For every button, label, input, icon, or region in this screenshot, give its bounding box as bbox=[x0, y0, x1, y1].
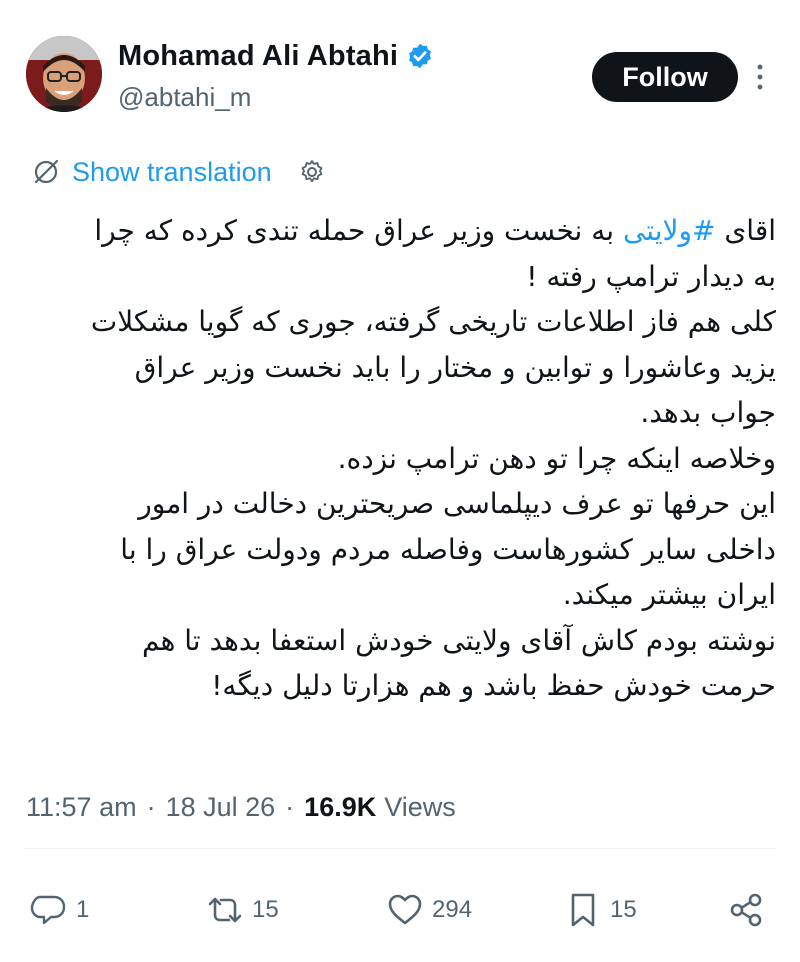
like-button[interactable]: 294 bbox=[386, 880, 472, 940]
tweet-line: این حرفها تو عرف دیپلماسی صریحترین دخالت… bbox=[138, 487, 776, 520]
like-icon bbox=[388, 894, 422, 925]
meta-separator: · bbox=[285, 791, 295, 822]
bookmark-icon bbox=[571, 893, 595, 927]
tweet-text: اقای #ولایتی به نخست وزیر عراق حمله تندی… bbox=[22, 208, 776, 709]
tweet-line: جواب بدهد. bbox=[640, 396, 776, 429]
show-translation-link[interactable]: Show translation bbox=[72, 157, 272, 188]
tweet-line: به دیدار ترامپ رفته ! bbox=[526, 259, 776, 293]
tweet-time[interactable]: 11:57 am bbox=[26, 792, 137, 823]
avatar[interactable] bbox=[26, 36, 102, 112]
tweet-line: اقای #ولایتی به نخست وزیر عراق حمله تندی… bbox=[22, 208, 776, 254]
tweet-text-segment: به نخست وزیر عراق حمله تندی کرده که چرا bbox=[94, 214, 623, 247]
avatar-image bbox=[26, 36, 102, 112]
gear-icon[interactable] bbox=[298, 158, 326, 186]
bookmark-button[interactable]: 15 bbox=[564, 880, 637, 940]
views-count: 16.9K bbox=[304, 791, 377, 822]
tweet-line: حرمت خودش حفظ باشد و هم هزارتا دلیل دیگه… bbox=[211, 669, 776, 702]
reply-button[interactable]: 1 bbox=[30, 880, 89, 940]
repost-button[interactable]: 15 bbox=[206, 880, 279, 940]
follow-button[interactable]: Follow bbox=[592, 52, 738, 102]
tweet-line: وخلاصه اینکه چرا تو دهن ترامپ نزده. bbox=[337, 441, 776, 475]
action-bar: 1 15 294 15 bbox=[0, 880, 800, 940]
share-button[interactable] bbox=[728, 880, 766, 940]
reply-count: 1 bbox=[76, 896, 90, 923]
bookmark-count: 15 bbox=[610, 896, 637, 923]
author-name-row: Mohamad Ali Abtahi bbox=[118, 36, 434, 76]
translate-row: Show translation bbox=[30, 150, 326, 194]
tweet-line: یزید وعاشورا و توابین و مختار را باید نخ… bbox=[134, 350, 776, 384]
tweet-line: کلی هم فاز اطلاعات تاریخی گرفته، جوری که… bbox=[90, 305, 776, 338]
author-display-name[interactable]: Mohamad Ali Abtahi bbox=[118, 40, 398, 73]
tweet-text-segment: اقای bbox=[715, 214, 776, 247]
globe-icon bbox=[34, 159, 59, 184]
verified-badge-icon bbox=[409, 43, 432, 69]
meta-separator: · bbox=[146, 791, 156, 822]
divider bbox=[24, 848, 776, 849]
like-count: 294 bbox=[432, 896, 473, 923]
share-icon bbox=[730, 893, 762, 927]
tweet-line: ایران بیشتر میکند. bbox=[562, 578, 776, 611]
more-icon[interactable] bbox=[748, 58, 772, 96]
views-label: Views bbox=[384, 791, 456, 822]
tweet-line: داخلی سایر کشورهاست وفاصله مردم ودولت عر… bbox=[120, 532, 776, 566]
repost-icon bbox=[208, 897, 242, 923]
reply-icon bbox=[30, 895, 66, 925]
hashtag-link[interactable]: #ولایتی bbox=[623, 214, 716, 247]
author-handle[interactable]: @abtahi_m bbox=[118, 82, 251, 113]
tweet-date[interactable]: 18 Jul 26 bbox=[166, 792, 276, 823]
tweet-meta: 11:57 am · 18 Jul 26 · 16.9K Views bbox=[26, 785, 456, 829]
tweet-line: نوشته بودم کاش آقای ولایتی خودش استعفا ب… bbox=[141, 623, 776, 657]
repost-count: 15 bbox=[252, 896, 279, 923]
